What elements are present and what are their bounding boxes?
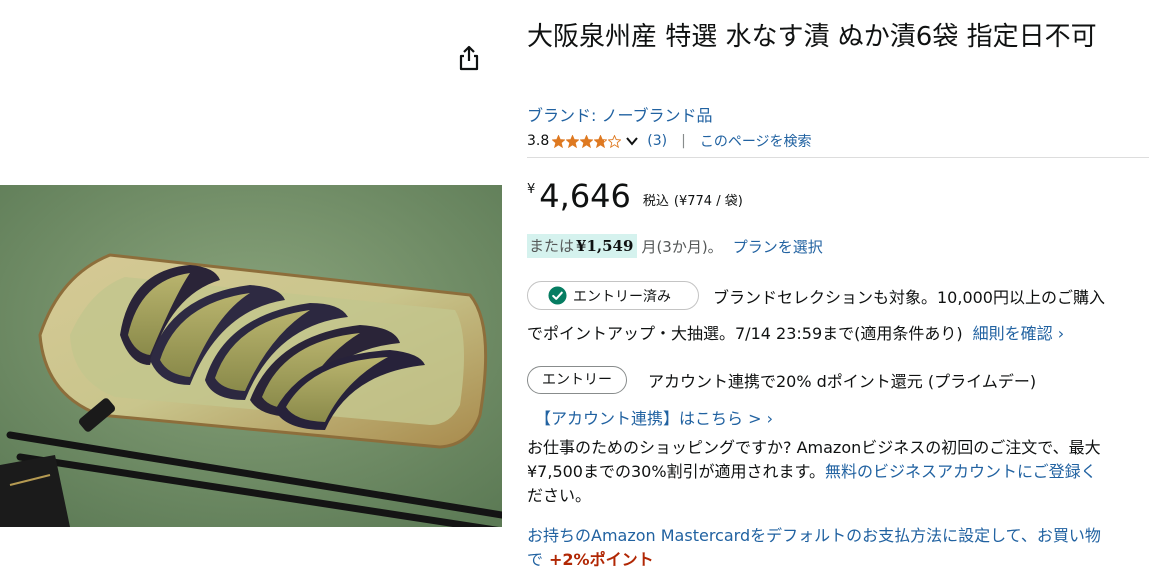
business-signup-link-2[interactable]: ださい。 bbox=[527, 484, 591, 508]
mastercard-link[interactable]: お持ちのAmazon Mastercardをデフォルトのお支払方法に設定して、お… bbox=[527, 524, 1101, 548]
business-signup-link[interactable]: 無料のビジネスアカウントにご登録く bbox=[825, 462, 1097, 481]
product-title: 大阪泉州産 特選 水なす漬 ぬか漬6袋 指定日不可 bbox=[527, 22, 1097, 52]
installment-prefix: または bbox=[529, 237, 575, 255]
share-icon[interactable] bbox=[456, 44, 482, 72]
divider bbox=[527, 157, 1149, 158]
promo-brand-selection-text-2: でポイントアップ・大抽選。7/14 23:59まで(適用条件あり) 細則を確認 › bbox=[527, 320, 1064, 344]
star-icon bbox=[608, 134, 622, 148]
star-icon bbox=[594, 134, 608, 148]
business-text-2: ¥7,500までの30%割引が適用されます。無料のビジネスアカウントにご登録く bbox=[527, 460, 1097, 484]
mastercard-link-2[interactable]: で bbox=[527, 550, 543, 569]
entry-button[interactable]: エントリー bbox=[527, 366, 627, 394]
review-count-link[interactable]: (3) bbox=[647, 133, 667, 149]
check-circle-icon bbox=[548, 286, 567, 305]
star-icon bbox=[552, 134, 566, 148]
tax-label: 税込 bbox=[642, 194, 669, 209]
account-link[interactable]: 【アカウント連携】はこちら > › bbox=[535, 405, 773, 429]
entry-done-label: エントリー済み bbox=[573, 288, 671, 305]
brand-link[interactable]: ブランド: ノーブランド品 bbox=[527, 102, 713, 126]
installment-suffix: 月(3か月)。 bbox=[641, 237, 723, 256]
promo-dpoint-text: アカウント連携で20% dポイント還元 (プライムデー) bbox=[648, 372, 1037, 391]
installment-amount: ¥1,549 bbox=[576, 237, 634, 255]
price-block: ¥ 4,646 税込 (¥774 / 袋) bbox=[527, 176, 743, 216]
details-link[interactable]: 細則を確認 › bbox=[973, 324, 1065, 343]
star-rating[interactable] bbox=[552, 134, 622, 148]
business-discount-text: ¥7,500までの30%割引が適用されます。 bbox=[527, 462, 825, 481]
unit-price: (¥774 / 袋) bbox=[673, 194, 743, 209]
rating-row: 3.8 (3) | このページを検索 bbox=[527, 130, 812, 152]
star-icon bbox=[580, 134, 594, 148]
chevron-down-icon[interactable] bbox=[625, 134, 639, 148]
star-icon bbox=[566, 134, 580, 148]
installment-badge: または ¥1,549 bbox=[527, 234, 638, 258]
business-text: お仕事のためのショッピングですか? Amazonビジネスの初回のご注文で、最大 bbox=[527, 438, 1101, 457]
entry-done-button[interactable]: エントリー済み bbox=[527, 281, 699, 310]
points-badge: +2%ポイント bbox=[549, 550, 654, 569]
promo-text-line2: でポイントアップ・大抽選。7/14 23:59まで(適用条件あり) bbox=[527, 324, 963, 343]
search-page-link[interactable]: このページを検索 bbox=[700, 131, 812, 151]
separator: | bbox=[681, 133, 686, 149]
product-image[interactable] bbox=[0, 185, 502, 527]
select-plan-link[interactable]: プランを選択 bbox=[733, 236, 823, 257]
promo-brand-selection-text: ブランドセレクションも対象。10,000円以上のご購入 bbox=[713, 288, 1105, 307]
rating-value: 3.8 bbox=[527, 133, 550, 149]
installment-row: または ¥1,549 月(3か月)。 プランを選択 bbox=[527, 234, 823, 258]
price-value: 4,646 bbox=[539, 177, 631, 215]
mastercard-line2: で +2%ポイント bbox=[527, 548, 654, 572]
price-symbol: ¥ bbox=[527, 182, 536, 197]
